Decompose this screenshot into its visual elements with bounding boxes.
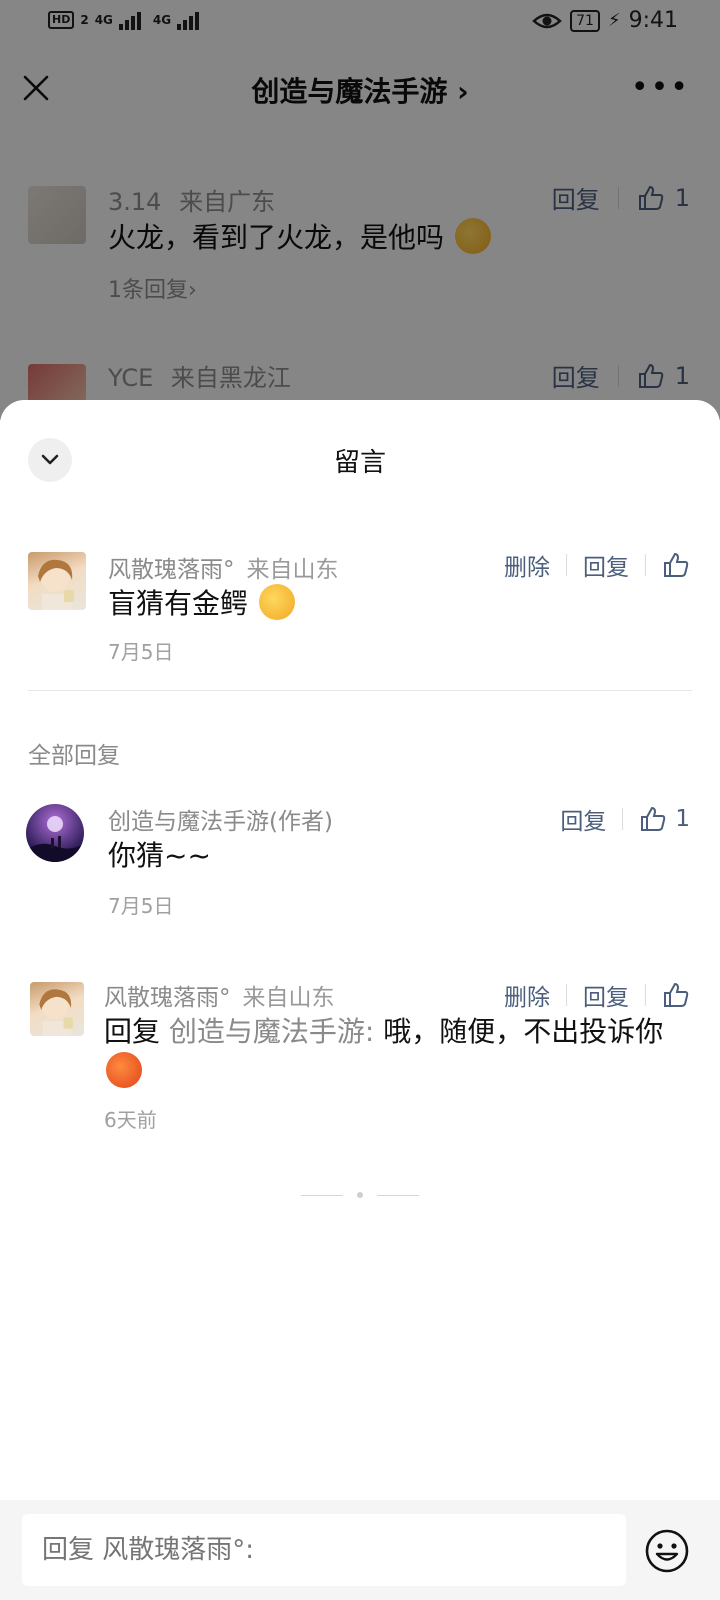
- comment-author: 风散瑰落雨° 来自山东: [104, 985, 335, 1011]
- smiley-icon[interactable]: [644, 1528, 690, 1574]
- all-replies-label: 全部回复: [28, 743, 120, 769]
- like-count: 1: [675, 806, 690, 832]
- sheet-title: 留言: [333, 448, 386, 478]
- comment-actions: 删除 回复: [504, 978, 690, 1012]
- comment-actions: 回复 1: [560, 802, 690, 836]
- reply-input-bar: [0, 1500, 720, 1600]
- comment-actions: 删除 回复: [504, 548, 690, 582]
- delete-button[interactable]: 删除: [504, 978, 550, 1012]
- delete-button[interactable]: 删除: [504, 548, 550, 582]
- reply-button[interactable]: 回复: [583, 548, 629, 582]
- reply-input[interactable]: [22, 1514, 626, 1586]
- grin-emoji-icon: [258, 584, 295, 620]
- modal-overlay[interactable]: [0, 0, 720, 420]
- like-button[interactable]: 1: [639, 805, 690, 833]
- comment-author: 风散瑰落雨° 来自山东: [108, 557, 339, 583]
- comment-author: 创造与魔法手游(作者): [108, 809, 333, 835]
- thumbs-up-icon: [641, 806, 666, 831]
- avatar[interactable]: [28, 552, 86, 610]
- divider: [28, 690, 692, 691]
- author-avatar[interactable]: [26, 804, 84, 862]
- mention-link[interactable]: 创造与魔法手游:: [169, 1015, 374, 1048]
- end-of-list-marker: [0, 1192, 720, 1198]
- reply-button[interactable]: 回复: [583, 978, 629, 1012]
- comment-date: 6天前: [104, 1108, 157, 1132]
- comment-sheet: 留言 风散瑰落雨° 来自山东 删除 回复 盲猜有金鳄 7月5日 全部回复 创造与魔…: [0, 400, 720, 1600]
- comment-text: 盲猜有金鳄: [108, 584, 295, 624]
- comment-date: 7月5日: [108, 640, 174, 664]
- comment-text: 回复 创造与魔法手游: 哦，随便，不出投诉你: [104, 1012, 684, 1092]
- reply-button[interactable]: 回复: [560, 802, 606, 836]
- angry-emoji-icon: [106, 1052, 142, 1088]
- avatar[interactable]: [30, 982, 84, 1036]
- comment-text: 你猜~~: [108, 839, 211, 872]
- thumbs-up-icon[interactable]: [662, 981, 690, 1009]
- comment-date: 7月5日: [108, 894, 174, 918]
- thumbs-up-icon[interactable]: [662, 551, 690, 579]
